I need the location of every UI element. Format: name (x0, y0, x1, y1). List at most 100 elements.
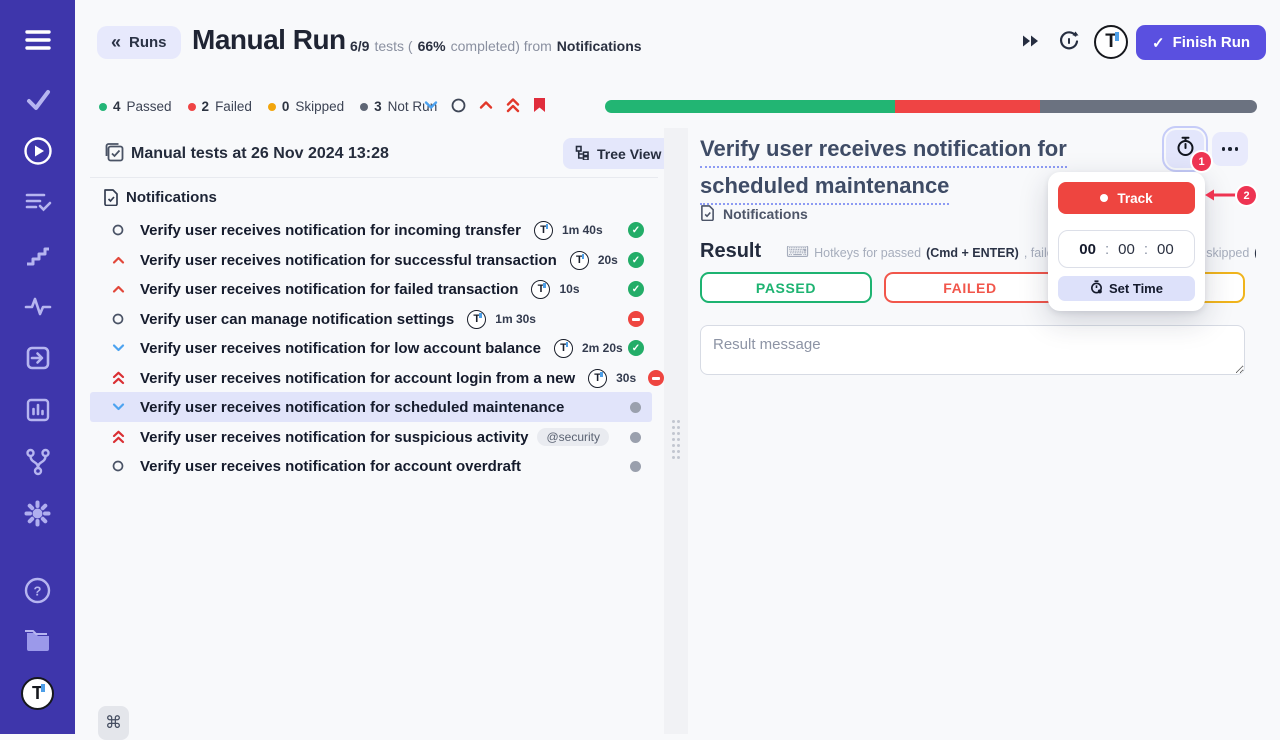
test-row[interactable]: Verify user receives notification for in… (90, 215, 652, 245)
folder-icon[interactable] (0, 627, 75, 653)
bar-chart-icon[interactable] (0, 397, 75, 423)
drag-handle-icon (672, 420, 675, 423)
passed-dot-icon (99, 103, 107, 111)
timer-minutes[interactable]: 00 (1118, 241, 1135, 258)
annotation-step-1: 1 (1192, 152, 1211, 171)
priority-high-icon (111, 255, 125, 265)
test-title: Verify user receives notification for in… (140, 222, 521, 239)
check-icon[interactable] (0, 88, 75, 112)
back-to-runs-button[interactable]: « Runs (97, 26, 181, 59)
page-title: Manual Run (192, 24, 346, 56)
test-title: Verify user receives notification for su… (140, 252, 557, 269)
notrun-dot-icon (360, 103, 368, 111)
track-button[interactable]: Track (1058, 182, 1195, 214)
testomat-badge-icon: T (467, 310, 486, 329)
set-time-button[interactable]: Set Time (1058, 276, 1195, 301)
circle-icon[interactable] (451, 98, 466, 113)
priority-normal-icon (111, 460, 125, 472)
skipped-dot-icon (268, 103, 276, 111)
test-row[interactable]: Verify user receives notification for lo… (90, 333, 652, 363)
status-passed-icon: ✓ (628, 252, 644, 268)
testomat-badge-icon: T (534, 221, 553, 240)
help-icon[interactable]: ? (0, 577, 75, 604)
svg-text:?: ? (34, 584, 42, 599)
test-row[interactable]: Verify user receives notification for su… (90, 422, 652, 452)
divider (90, 177, 658, 178)
test-tag[interactable]: @security (537, 428, 609, 446)
tree-view-icon (575, 145, 590, 163)
test-row[interactable]: Verify user receives notification for ac… (90, 451, 652, 481)
test-duration: 2m 20s (582, 341, 623, 355)
run-stats: 6/9 tests ( 66% completed) from Notifica… (350, 38, 642, 54)
status-failed-icon (628, 311, 644, 327)
testomat-logo-icon[interactable]: T (1094, 25, 1128, 59)
finish-run-button[interactable]: ✓ Finish Run (1136, 25, 1266, 60)
list-check-icon[interactable] (0, 190, 75, 214)
test-duration: 30s (616, 371, 636, 385)
testomat-badge-icon: T (570, 251, 589, 270)
timer-display[interactable]: 00 : 00 : 00 (1058, 230, 1195, 268)
result-message-input[interactable] (700, 325, 1245, 375)
test-title: Verify user receives notification for ac… (140, 370, 575, 387)
restart-timer-icon[interactable] (1058, 30, 1080, 57)
stopwatch-gear-icon (1090, 280, 1103, 297)
sidebar: ? T (0, 0, 75, 734)
hotkeys-command-button[interactable]: ⌘ (98, 706, 129, 740)
test-title: Verify user receives notification for ac… (140, 458, 521, 475)
back-label: Runs (129, 34, 167, 51)
progress-passed-segment (605, 100, 895, 113)
testomat-badge-icon: T (588, 369, 607, 388)
fast-forward-icon[interactable] (1022, 34, 1039, 53)
command-icon: ⌘ (105, 713, 122, 733)
annotation-step-2: 2 (1237, 186, 1256, 205)
status-counts: 4Passed 2Failed 0Skipped 3Not Run (99, 99, 437, 114)
more-options-button[interactable] (1212, 132, 1248, 166)
play-circle-icon[interactable] (0, 136, 75, 166)
priority-low-icon (111, 402, 125, 412)
test-title: Verify user receives notification for fa… (140, 281, 518, 298)
test-row-selected[interactable]: Verify user receives notification for sc… (90, 392, 652, 422)
chevron-up-icon[interactable] (479, 100, 493, 110)
run-title: Manual tests at 26 Nov 2024 13:28 (131, 145, 389, 163)
status-passed-icon: ✓ (628, 281, 644, 297)
gear-icon[interactable] (0, 500, 75, 527)
pulse-icon[interactable] (0, 295, 75, 317)
testomat-logo-icon[interactable]: T (21, 677, 54, 710)
run-progress-bar[interactable] (605, 100, 1257, 113)
test-row[interactable]: Verify user receives notification for su… (90, 245, 652, 275)
timer-seconds[interactable]: 00 (1157, 241, 1174, 258)
priority-normal-icon (111, 313, 125, 325)
chevron-down-icon[interactable] (424, 100, 438, 110)
suite-doc-icon (700, 204, 715, 224)
steps-icon[interactable] (0, 243, 75, 267)
test-title: Verify user can manage notification sett… (140, 311, 454, 328)
test-title: Verify user receives notification for su… (140, 429, 528, 446)
status-failed-icon (648, 370, 664, 386)
timer-hours[interactable]: 00 (1079, 241, 1096, 258)
timer-popup: Track 00 : 00 : 00 Set Time (1048, 172, 1205, 311)
failed-count: 2Failed (188, 99, 252, 114)
checklist-icon (104, 142, 125, 168)
test-duration: 20s (598, 253, 618, 267)
passed-button[interactable]: PASSED (700, 272, 872, 303)
branch-icon[interactable] (0, 448, 75, 476)
test-row[interactable]: Verify user receives notification for ac… (90, 363, 652, 393)
failed-dot-icon (188, 103, 196, 111)
test-duration: 1m 40s (562, 223, 603, 237)
import-icon[interactable] (0, 345, 75, 371)
status-passed-icon: ✓ (628, 222, 644, 238)
double-chevron-left-icon: « (111, 32, 121, 53)
test-row[interactable]: Verify user receives notification for fa… (90, 274, 652, 304)
passed-count: 4Passed (99, 99, 172, 114)
panel-splitter[interactable] (664, 128, 688, 734)
breadcrumb[interactable]: Notifications (700, 204, 808, 224)
test-duration: 10s (559, 282, 579, 296)
double-chevron-up-icon[interactable] (506, 98, 520, 113)
suite-group-label: Notifications (126, 189, 217, 206)
test-row[interactable]: Verify user can manage notification sett… (90, 304, 652, 334)
failed-button[interactable]: FAILED (884, 272, 1056, 303)
bookmark-icon[interactable] (533, 97, 546, 113)
tree-view-button[interactable]: Tree View (563, 138, 673, 169)
status-notrun-icon (630, 432, 641, 443)
menu-icon[interactable] (0, 28, 75, 52)
